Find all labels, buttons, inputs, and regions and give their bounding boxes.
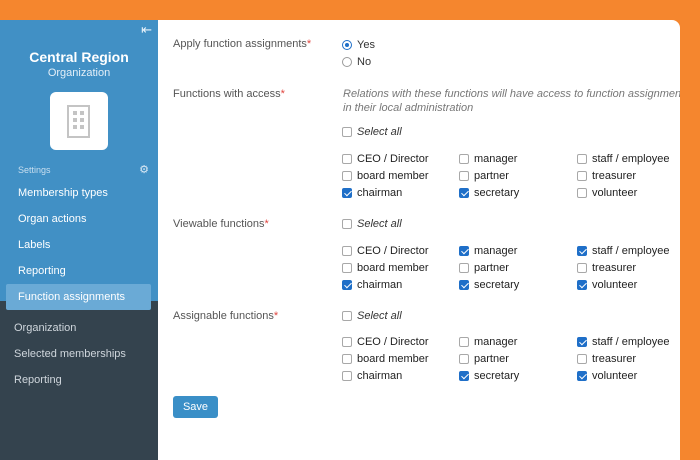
gear-icon[interactable]: ⚙ xyxy=(139,163,149,176)
checkbox[interactable] xyxy=(577,187,587,198)
checkbox-volunteer[interactable]: volunteer xyxy=(577,369,677,382)
checkbox-partner[interactable]: partner xyxy=(459,352,577,365)
sidebar-top: ⇤ Central Region Organization Settings ⚙… xyxy=(0,20,158,310)
radio-button[interactable] xyxy=(342,57,352,67)
checkbox-staff-employee[interactable]: staff / employee xyxy=(577,335,677,348)
checkbox[interactable] xyxy=(342,170,352,181)
select-all-checkbox[interactable]: Select all xyxy=(342,218,402,230)
access-description: Relations with these functions will have… xyxy=(343,88,680,114)
checkbox[interactable] xyxy=(459,187,469,198)
checkbox[interactable] xyxy=(342,187,352,198)
checkbox-treasurer[interactable]: treasurer xyxy=(577,261,677,274)
sidebar-item-function-assignments[interactable]: Function assignments xyxy=(6,284,151,310)
function-checkbox-grid: CEO / Director manager staff / employee boa… xyxy=(342,335,677,382)
checkbox-treasurer[interactable]: treasurer xyxy=(577,352,677,365)
checkbox[interactable] xyxy=(459,279,469,290)
org-type: Organization xyxy=(47,67,111,79)
checkbox-volunteer[interactable]: volunteer xyxy=(577,278,677,291)
checkbox-ceo-director[interactable]: CEO / Director xyxy=(342,152,459,165)
checkbox-secretary[interactable]: secretary xyxy=(459,369,577,382)
checkbox[interactable] xyxy=(577,262,587,273)
checkbox-partner[interactable]: partner xyxy=(459,169,577,182)
checkbox[interactable] xyxy=(342,153,352,164)
checkbox-partner[interactable]: partner xyxy=(459,261,577,274)
checkbox[interactable] xyxy=(577,279,587,290)
checkbox[interactable] xyxy=(342,262,352,273)
sidebar-bottom: Organization Selected memberships Reportin… xyxy=(0,301,158,460)
building-icon xyxy=(67,105,90,138)
sidebar: ⇤ Central Region Organization Settings ⚙… xyxy=(0,20,158,460)
radio-yes[interactable]: Yes xyxy=(342,37,375,53)
sidebar-item-reporting[interactable]: Reporting xyxy=(6,258,151,284)
checkbox[interactable] xyxy=(577,245,587,256)
settings-section: Settings ⚙ xyxy=(0,163,158,176)
checkbox[interactable] xyxy=(459,153,469,164)
checkbox[interactable] xyxy=(577,336,587,347)
checkbox[interactable] xyxy=(459,262,469,273)
checkbox[interactable] xyxy=(577,370,587,381)
checkbox-board-member[interactable]: board member xyxy=(342,352,459,365)
checkbox-volunteer[interactable]: volunteer xyxy=(577,186,677,199)
main-content: Apply function assignments* Yes No Funct… xyxy=(158,20,680,460)
checkbox-board-member[interactable]: board member xyxy=(342,261,459,274)
app-window: ⇤ Central Region Organization Settings ⚙… xyxy=(0,20,680,460)
checkbox[interactable] xyxy=(577,353,587,364)
checkbox-chairman[interactable]: chairman xyxy=(342,278,459,291)
checkbox[interactable] xyxy=(577,153,587,164)
checkbox-ceo-director[interactable]: CEO / Director xyxy=(342,335,459,348)
sidebar-item-organ-actions[interactable]: Organ actions xyxy=(6,206,151,232)
select-all-checkbox[interactable]: Select all xyxy=(342,310,402,322)
radio-no[interactable]: No xyxy=(342,54,375,70)
checkbox[interactable] xyxy=(459,353,469,364)
checkbox[interactable] xyxy=(342,311,352,321)
checkbox-manager[interactable]: manager xyxy=(459,244,577,257)
checkbox-chairman[interactable]: chairman xyxy=(342,186,459,199)
checkbox[interactable] xyxy=(459,370,469,381)
checkbox-manager[interactable]: manager xyxy=(459,335,577,348)
function-checkbox-grid: CEO / Director manager staff / employee boa… xyxy=(342,152,677,199)
checkbox-board-member[interactable]: board member xyxy=(342,169,459,182)
save-button[interactable]: Save xyxy=(173,396,218,418)
checkbox[interactable] xyxy=(342,370,352,381)
sidebar-link-organization[interactable]: Organization xyxy=(0,315,158,341)
settings-menu: Membership types Organ actions Labels Repor… xyxy=(0,180,158,310)
sidebar-link-reporting[interactable]: Reporting xyxy=(0,367,158,393)
checkbox-ceo-director[interactable]: CEO / Director xyxy=(342,244,459,257)
sidebar-item-labels[interactable]: Labels xyxy=(6,232,151,258)
radio-button[interactable] xyxy=(342,40,352,50)
checkbox-staff-employee[interactable]: staff / employee xyxy=(577,152,677,165)
save-area: Save xyxy=(173,396,218,418)
checkbox[interactable] xyxy=(342,245,352,256)
apply-options: Yes No xyxy=(342,37,375,70)
collapse-icon[interactable]: ⇤ xyxy=(141,23,152,37)
function-checkbox-grid: CEO / Director manager staff / employee boa… xyxy=(342,244,677,291)
sidebar-link-selected-memberships[interactable]: Selected memberships xyxy=(0,341,158,367)
section-label-viewable: Viewable functions* xyxy=(173,218,269,230)
org-name: Central Region xyxy=(29,49,129,65)
required-marker: * xyxy=(306,38,312,50)
checkbox[interactable] xyxy=(459,245,469,256)
checkbox[interactable] xyxy=(459,170,469,181)
sidebar-item-membership-types[interactable]: Membership types xyxy=(6,180,151,206)
section-label-assignable: Assignable functions* xyxy=(173,310,279,322)
checkbox-staff-employee[interactable]: staff / employee xyxy=(577,244,677,257)
checkbox-chairman[interactable]: chairman xyxy=(342,369,459,382)
checkbox[interactable] xyxy=(342,127,352,137)
section-label-access: Functions with access* xyxy=(173,88,285,100)
settings-label: Settings xyxy=(18,164,51,175)
checkbox[interactable] xyxy=(342,353,352,364)
checkbox-secretary[interactable]: secretary xyxy=(459,278,577,291)
checkbox[interactable] xyxy=(577,170,587,181)
org-logo xyxy=(50,92,108,150)
checkbox-treasurer[interactable]: treasurer xyxy=(577,169,677,182)
apply-label: Apply function assignments* xyxy=(173,38,312,50)
checkbox-manager[interactable]: manager xyxy=(459,152,577,165)
select-all-checkbox[interactable]: Select all xyxy=(342,126,402,138)
checkbox[interactable] xyxy=(342,336,352,347)
checkbox[interactable] xyxy=(342,219,352,229)
checkbox[interactable] xyxy=(342,279,352,290)
checkbox-secretary[interactable]: secretary xyxy=(459,186,577,199)
checkbox[interactable] xyxy=(459,336,469,347)
